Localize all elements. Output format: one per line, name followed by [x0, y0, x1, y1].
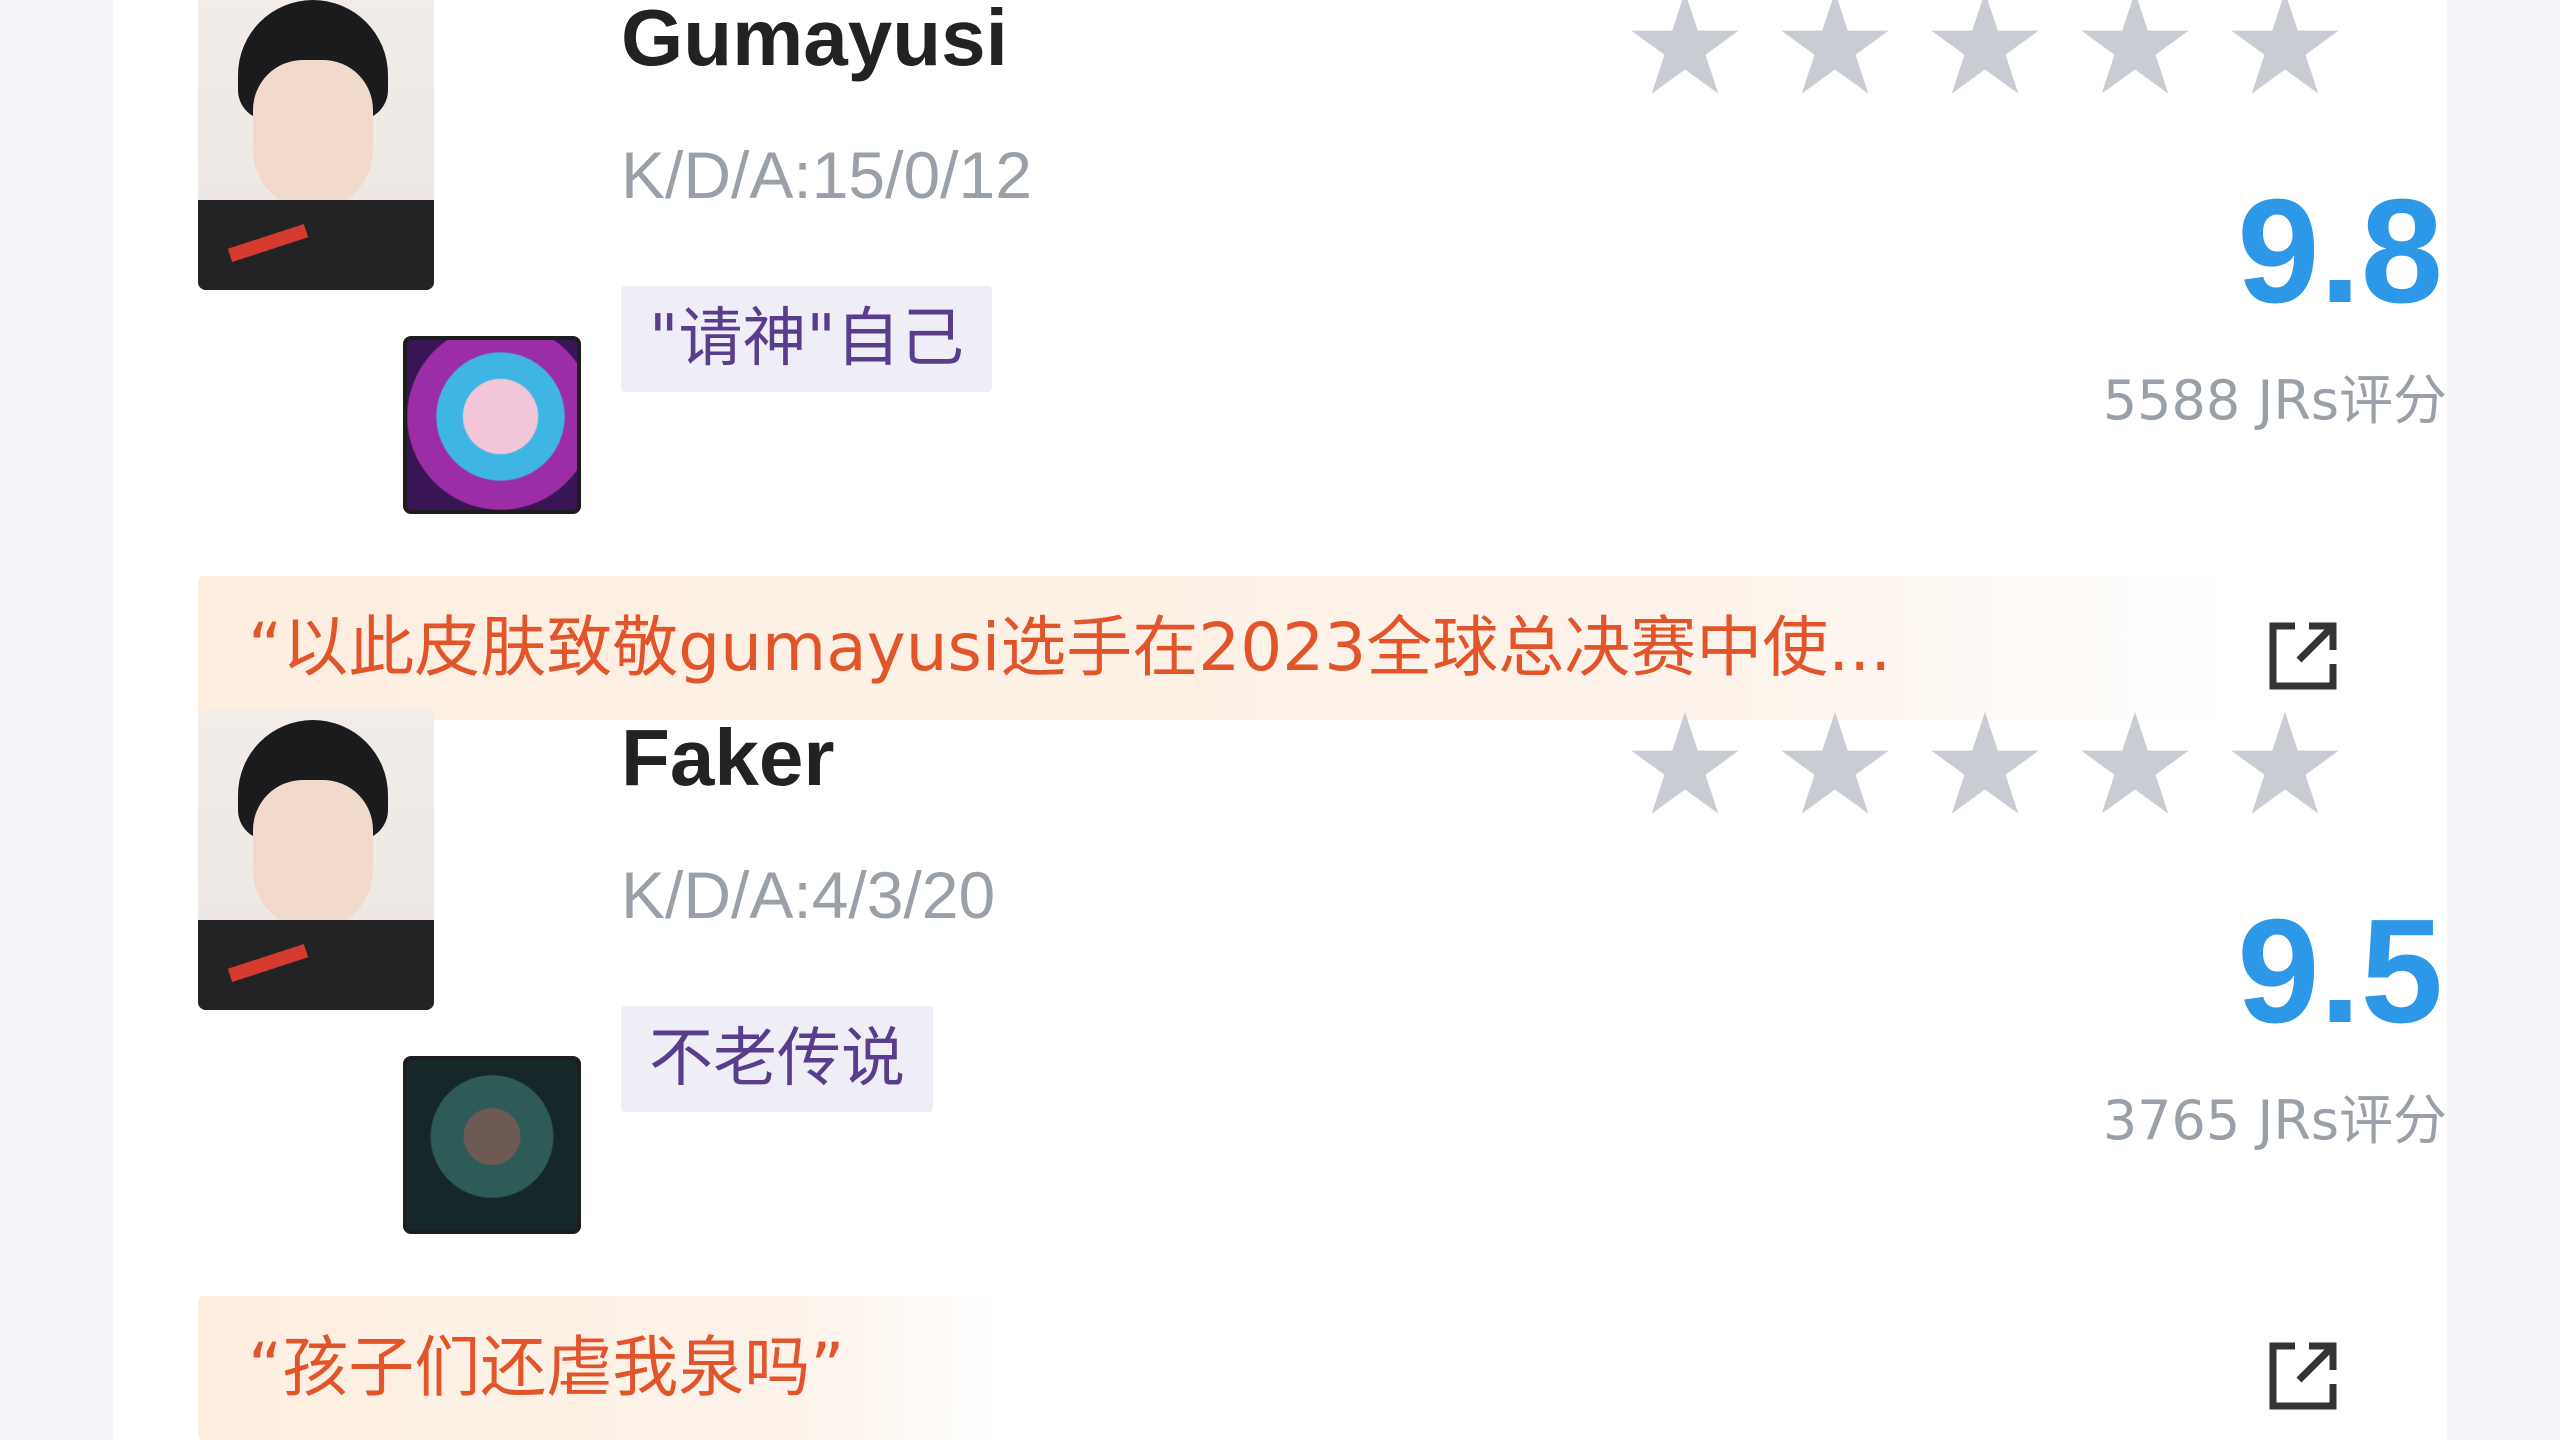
player-kda: K/D/A:15/0/12 [621, 138, 1032, 212]
star-icon[interactable]: ★ [1621, 0, 1749, 116]
player-score: 9.5 [2237, 889, 2443, 1054]
player-score: 9.8 [2237, 169, 2443, 334]
star-icon[interactable]: ★ [1771, 0, 1899, 116]
player-tag: "请神"自己 [621, 286, 992, 392]
player-card-gumayusi[interactable]: Gumayusi K/D/A:15/0/12 "请神"自己 ★ ★ ★ ★ ★ … [113, 0, 2447, 720]
rating-stars[interactable]: ★ ★ ★ ★ ★ [1621, 696, 2361, 836]
champion-icon [403, 336, 581, 514]
player-avatar [198, 0, 434, 290]
star-icon[interactable]: ★ [2071, 0, 2199, 116]
share-icon[interactable] [2265, 1338, 2341, 1414]
player-name: Faker [621, 713, 835, 802]
star-icon[interactable]: ★ [1921, 696, 2049, 836]
star-icon[interactable]: ★ [1921, 0, 2049, 116]
player-name: Gumayusi [621, 0, 1008, 82]
avatar-face [253, 780, 373, 930]
star-icon[interactable]: ★ [1771, 696, 1899, 836]
champion-icon [403, 1056, 581, 1234]
avatar-jersey [198, 200, 434, 290]
player-avatar [198, 710, 434, 1010]
rating-stars[interactable]: ★ ★ ★ ★ ★ [1621, 0, 2361, 116]
avatar-jersey [198, 920, 434, 1010]
player-quote[interactable]: “孩子们还虐我泉吗” [198, 1296, 998, 1440]
player-rating-panel: Gumayusi K/D/A:15/0/12 "请神"自己 ★ ★ ★ ★ ★ … [113, 0, 2447, 1440]
player-kda: K/D/A:4/3/20 [621, 858, 996, 932]
avatar-face [253, 60, 373, 210]
player-card-faker[interactable]: Faker K/D/A:4/3/20 不老传说 ★ ★ ★ ★ ★ 9.5 37… [113, 696, 2447, 1440]
player-tag: 不老传说 [621, 1006, 933, 1112]
star-icon[interactable]: ★ [1621, 696, 1749, 836]
share-icon[interactable] [2265, 618, 2341, 694]
star-icon[interactable]: ★ [2221, 0, 2349, 116]
star-icon[interactable]: ★ [2071, 696, 2199, 836]
vote-count: 5588 JRs评分 [2102, 369, 2447, 432]
star-icon[interactable]: ★ [2221, 696, 2349, 836]
vote-count: 3765 JRs评分 [2102, 1089, 2447, 1152]
